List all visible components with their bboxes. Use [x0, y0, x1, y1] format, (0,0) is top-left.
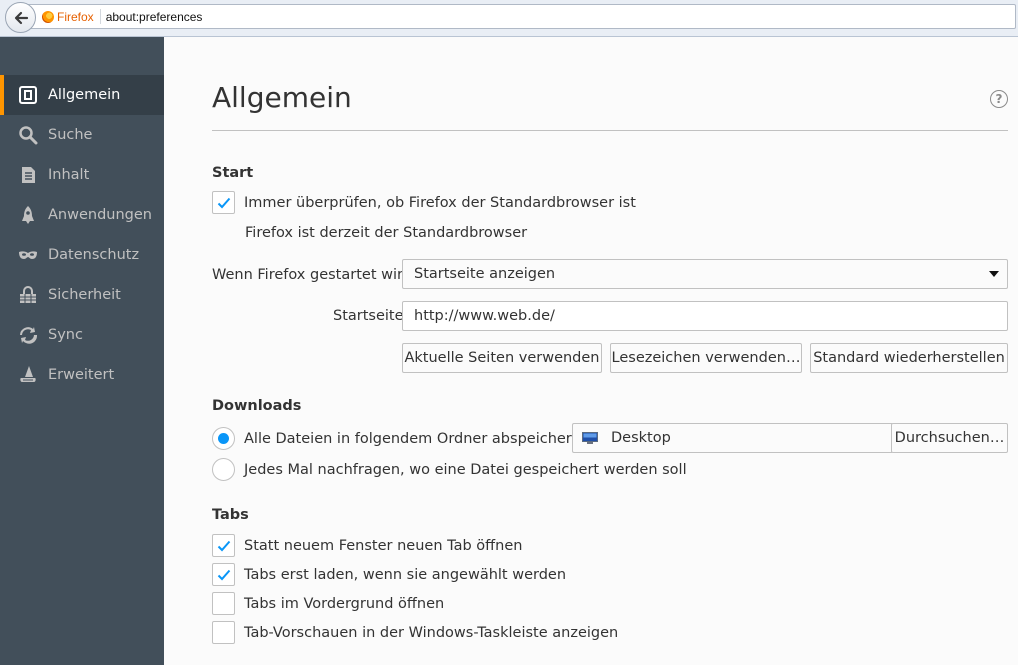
identity-box[interactable]: Firefox	[42, 9, 101, 24]
tabs-option-row[interactable]: Statt neuem Fenster neuen Tab öffnen	[212, 534, 522, 557]
sidebar-item-label: Datenschutz	[48, 247, 140, 263]
general-icon	[18, 85, 38, 105]
help-icon[interactable]: ?	[990, 90, 1008, 108]
url-bar[interactable]: Firefox about:preferences	[26, 4, 1016, 29]
startup-label: Wenn Firefox gestartet wird:	[212, 267, 417, 283]
load-tabs-on-select-label: Tabs erst laden, wenn sie angewählt werd…	[244, 566, 567, 583]
search-icon	[18, 125, 38, 145]
default-browser-checkbox[interactable]	[212, 191, 235, 214]
content-icon	[18, 165, 38, 185]
sidebar-item-allgemein[interactable]: Allgemein	[0, 75, 164, 115]
use-bookmark-button[interactable]: Lesezeichen verwenden…	[610, 343, 802, 373]
security-icon	[18, 285, 38, 305]
startup-dropdown-value: Startseite anzeigen	[414, 266, 556, 282]
default-browser-checkbox-row[interactable]: Immer überprüfen, ob Firefox der Standar…	[212, 191, 636, 214]
firefox-logo-icon	[42, 10, 54, 23]
taskbar-previews-checkbox[interactable]	[212, 621, 235, 644]
sidebar-item-suche[interactable]: Suche	[0, 115, 164, 155]
identity-label: Firefox	[57, 9, 94, 24]
default-browser-checkbox-label: Immer überprüfen, ob Firefox der Standar…	[244, 194, 636, 211]
sidebar-item-label: Erweitert	[48, 367, 115, 383]
save-to-folder-label: Alle Dateien in folgendem Ordner abspeic…	[244, 430, 586, 447]
download-folder-field: Desktop	[572, 423, 892, 453]
download-folder-name: Desktop	[611, 430, 671, 446]
page-title: Allgemein	[212, 81, 352, 114]
open-new-tab-label: Statt neuem Fenster neuen Tab öffnen	[244, 537, 523, 554]
checkmark-icon	[217, 197, 230, 208]
sidebar-item-label: Allgemein	[48, 87, 121, 103]
navigation-toolbar: Firefox about:preferences	[0, 0, 1018, 37]
header-divider	[212, 130, 1008, 131]
privacy-mask-icon	[18, 245, 38, 265]
sidebar-item-erweitert[interactable]: Erweitert	[0, 355, 164, 395]
back-arrow-icon	[14, 11, 28, 24]
browse-button[interactable]: Durchsuchen…	[891, 423, 1008, 453]
default-browser-status: Firefox ist derzeit der Standardbrowser	[245, 225, 528, 241]
desktop-folder-icon	[582, 432, 598, 444]
section-title-downloads: Downloads	[212, 398, 302, 414]
load-tabs-on-select-checkbox[interactable]	[212, 563, 235, 586]
radio-selected-dot	[218, 433, 229, 444]
tabs-option-row[interactable]: Tabs im Vordergrund öffnen	[212, 592, 444, 615]
checkmark-icon	[217, 569, 230, 580]
sidebar-item-label: Inhalt	[48, 167, 90, 183]
category-sidebar: Allgemein Suche Inhalt Anwendungen Daten…	[0, 37, 164, 665]
open-new-tab-checkbox[interactable]	[212, 534, 235, 557]
always-ask-label: Jedes Mal nachfragen, wo eine Datei gesp…	[244, 461, 687, 478]
open-tabs-foreground-checkbox[interactable]	[212, 592, 235, 615]
url-text[interactable]: about:preferences	[101, 10, 203, 24]
advanced-wizard-hat-icon	[18, 365, 38, 385]
dropdown-arrow-icon	[989, 271, 999, 277]
checkmark-icon	[217, 540, 230, 551]
homepage-label: Startseite:	[333, 308, 409, 324]
tabs-option-row[interactable]: Tab-Vorschauen in der Windows-Taskleiste…	[212, 621, 618, 644]
back-button[interactable]	[5, 2, 36, 33]
preferences-pane: Allgemein ? Start Immer überprüfen, ob F…	[164, 37, 1018, 665]
open-tabs-foreground-label: Tabs im Vordergrund öffnen	[244, 595, 445, 612]
sidebar-item-label: Sicherheit	[48, 287, 121, 303]
always-ask-radio[interactable]	[212, 458, 235, 481]
sidebar-item-label: Sync	[48, 327, 83, 343]
startup-dropdown[interactable]: Startseite anzeigen	[402, 259, 1008, 289]
homepage-input[interactable]: http://www.web.de/	[402, 301, 1008, 331]
sidebar-item-anwendungen[interactable]: Anwendungen	[0, 195, 164, 235]
taskbar-previews-label: Tab-Vorschauen in der Windows-Taskleiste…	[244, 624, 619, 641]
section-title-tabs: Tabs	[212, 507, 249, 523]
tabs-option-row[interactable]: Tabs erst laden, wenn sie angewählt werd…	[212, 563, 566, 586]
sidebar-item-label: Suche	[48, 127, 93, 143]
sync-icon	[18, 325, 38, 345]
sidebar-item-sync[interactable]: Sync	[0, 315, 164, 355]
sidebar-item-sicherheit[interactable]: Sicherheit	[0, 275, 164, 315]
section-title-start: Start	[212, 165, 254, 181]
save-to-folder-radio-row[interactable]: Alle Dateien in folgendem Ordner abspeic…	[212, 427, 586, 450]
restore-default-button[interactable]: Standard wiederherstellen	[810, 343, 1008, 373]
sidebar-item-datenschutz[interactable]: Datenschutz	[0, 235, 164, 275]
sidebar-item-inhalt[interactable]: Inhalt	[0, 155, 164, 195]
use-current-pages-button[interactable]: Aktuelle Seiten verwenden	[402, 343, 602, 373]
applications-icon	[18, 205, 38, 225]
sidebar-item-label: Anwendungen	[48, 207, 152, 223]
save-to-folder-radio[interactable]	[212, 427, 235, 450]
always-ask-radio-row[interactable]: Jedes Mal nachfragen, wo eine Datei gesp…	[212, 458, 687, 481]
